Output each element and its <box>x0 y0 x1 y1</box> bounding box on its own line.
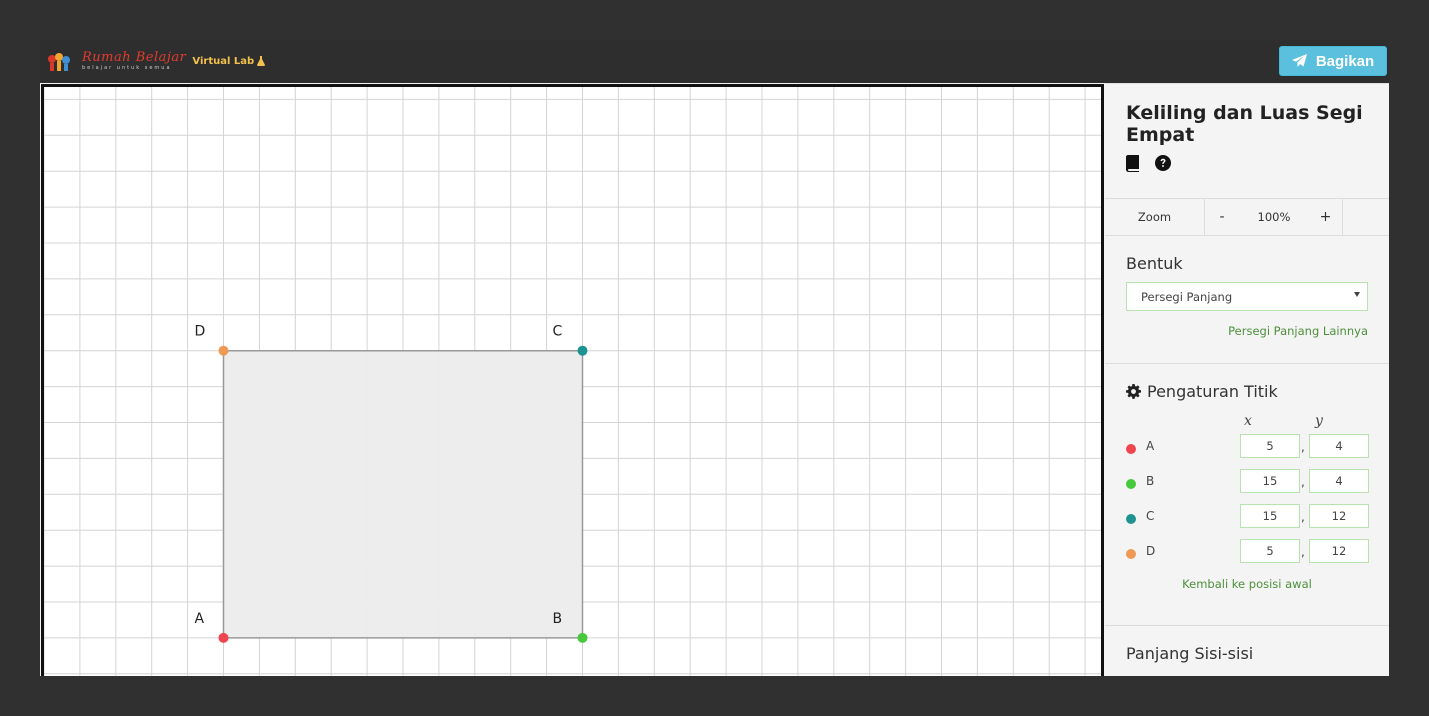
grid-svg[interactable]: A B C D <box>44 87 1104 676</box>
zoom-out-button[interactable]: - <box>1205 199 1239 235</box>
logo-mark-icon <box>46 50 72 72</box>
reset-position-link[interactable]: Kembali ke posisi awal <box>1126 577 1368 591</box>
top-bar: Rumah Belajar belajar untuk semua Virtua… <box>40 40 1389 83</box>
point-row-a: A 5, 4 <box>1126 434 1369 469</box>
point-x-input[interactable]: 5 <box>1240 434 1300 458</box>
y-column-label: y <box>1315 413 1323 429</box>
sides-section: Panjang Sisi-sisi <box>1105 626 1389 663</box>
graph-canvas[interactable]: A B C D <box>41 84 1104 676</box>
zoom-control: Zoom - 100% + <box>1105 199 1389 236</box>
point-row-c: C 15, 12 <box>1126 504 1369 539</box>
book-icon[interactable] <box>1126 155 1142 173</box>
point-color-dot <box>1126 549 1136 559</box>
point-color-dot <box>1126 444 1136 454</box>
comma-separator: , <box>1301 545 1305 559</box>
point-c-label: C <box>553 324 563 340</box>
shape-select[interactable]: Persegi Panjang <box>1126 282 1368 311</box>
point-d-handle[interactable] <box>218 345 229 356</box>
other-rectangle-link[interactable]: Persegi Panjang Lainnya <box>1126 324 1368 338</box>
point-x-input[interactable]: 15 <box>1240 469 1300 493</box>
point-b-label: B <box>553 611 563 627</box>
point-y-input[interactable]: 12 <box>1309 504 1369 528</box>
shape-section: Bentuk Persegi Panjang Persegi Panjang L… <box>1105 236 1389 364</box>
point-y-input[interactable]: 12 <box>1309 539 1369 563</box>
point-color-dot <box>1126 479 1136 489</box>
zoom-value: 100% <box>1257 210 1291 224</box>
point-row-d: D 5, 12 <box>1126 539 1369 574</box>
share-button[interactable]: Bagikan <box>1279 46 1387 76</box>
help-icon[interactable] <box>1155 155 1171 173</box>
gear-icon <box>1126 384 1141 399</box>
point-a-label: A <box>195 611 205 627</box>
point-d-label: D <box>195 324 206 340</box>
points-heading: Pengaturan Titik <box>1147 382 1278 401</box>
logo[interactable]: Rumah Belajar belajar untuk semua Virtua… <box>46 48 266 74</box>
point-name: C <box>1146 509 1155 523</box>
point-name: A <box>1146 439 1155 453</box>
point-b-handle[interactable] <box>577 632 588 643</box>
point-x-input[interactable]: 5 <box>1240 539 1300 563</box>
logo-name: Rumah Belajar <box>82 50 187 65</box>
point-row-b: B 15, 4 <box>1126 469 1369 504</box>
point-y-input[interactable]: 4 <box>1309 434 1369 458</box>
side-panel: Keliling dan Luas Segi Empat Zoom - 100%… <box>1105 83 1389 676</box>
point-rows: A 5, 4 B 15, 4 C 15, 12 D 5, 12 <box>1126 434 1369 574</box>
zoom-in-button[interactable]: + <box>1309 199 1343 235</box>
point-color-dot <box>1126 514 1136 524</box>
zoom-label: Zoom <box>1105 199 1205 235</box>
sides-heading: Panjang Sisi-sisi <box>1126 644 1254 663</box>
point-y-input[interactable]: 4 <box>1309 469 1369 493</box>
shape-heading: Bentuk <box>1126 254 1183 273</box>
comma-separator: , <box>1301 440 1305 454</box>
x-column-label: x <box>1244 413 1252 429</box>
logo-tagline: belajar untuk semua <box>82 65 172 71</box>
comma-separator: , <box>1301 510 1305 524</box>
comma-separator: , <box>1301 475 1305 489</box>
paper-plane-icon <box>1291 54 1307 67</box>
title-section: Keliling dan Luas Segi Empat <box>1105 84 1389 199</box>
share-button-label: Bagikan <box>1315 52 1375 70</box>
point-x-input[interactable]: 15 <box>1240 504 1300 528</box>
point-name: B <box>1146 474 1155 488</box>
logo-product: Virtual Lab <box>192 55 255 67</box>
flask-icon <box>257 56 266 66</box>
point-a-handle[interactable] <box>218 632 229 643</box>
caret-down-icon <box>1354 292 1360 297</box>
page-title: Keliling dan Luas Segi Empat <box>1126 102 1363 146</box>
shape-select-value: Persegi Panjang <box>1141 290 1233 304</box>
rectangle-shape[interactable] <box>222 349 584 639</box>
point-c-handle[interactable] <box>577 345 588 356</box>
point-name: D <box>1146 544 1156 558</box>
app-window: Rumah Belajar belajar untuk semua Virtua… <box>40 40 1389 676</box>
points-section: Pengaturan Titik x y A 5, 4 B 15, 4 C 15, 12 D 5, 1… <box>1105 364 1389 626</box>
